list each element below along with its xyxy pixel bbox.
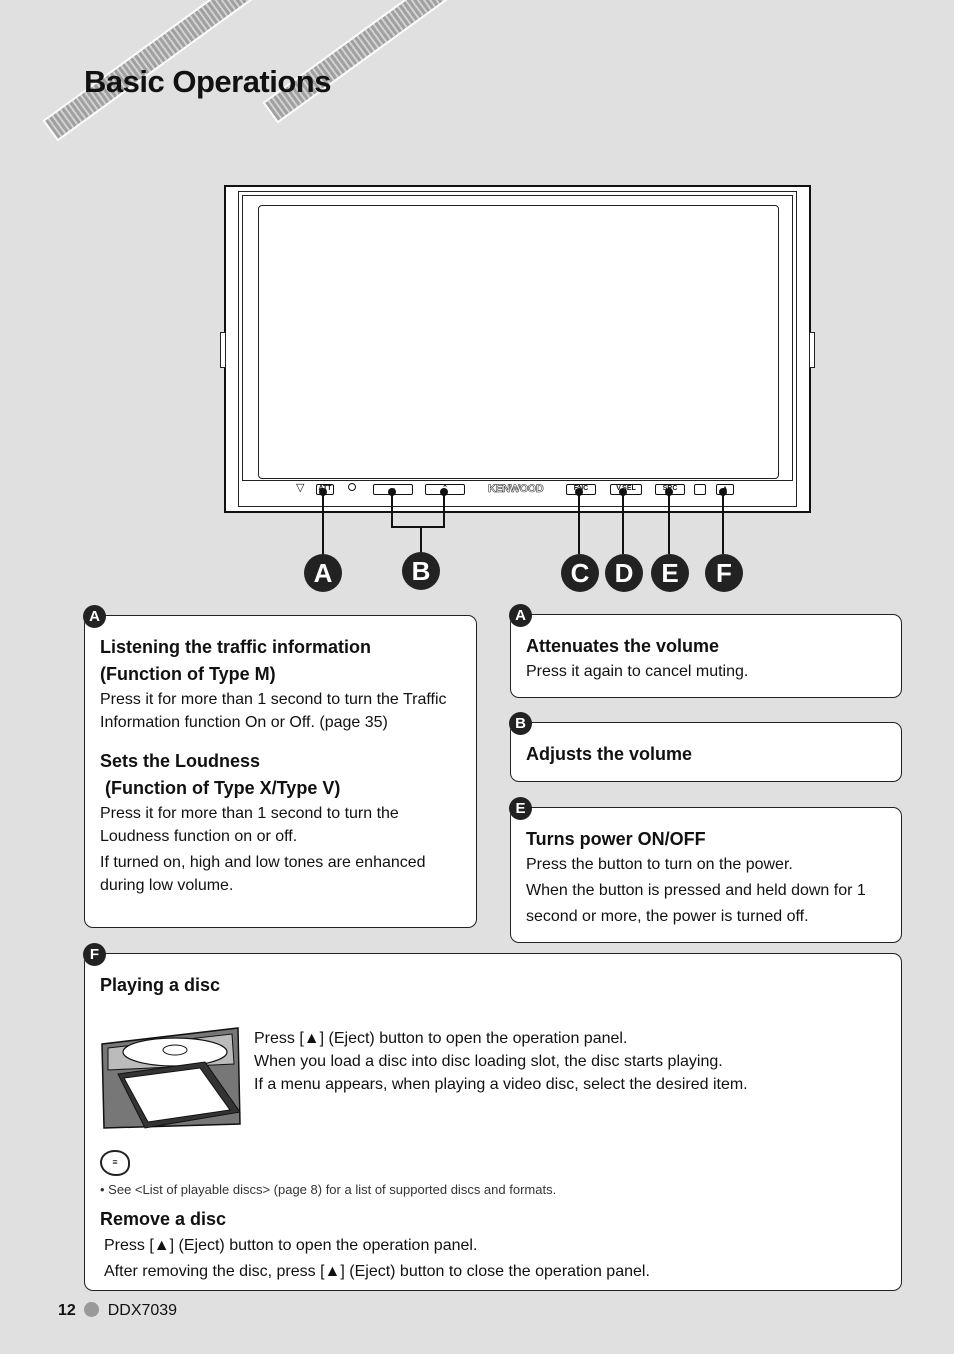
- text: Press it for more than 1 second to turn …: [100, 691, 447, 731]
- bullet-icon: [84, 1302, 100, 1317]
- callout-c: C: [561, 554, 599, 592]
- callout-a: A: [304, 554, 342, 592]
- callout-line: [622, 492, 624, 554]
- box-e: E Turns power ON/OFF Press the button to…: [509, 797, 902, 943]
- text: If turned on, high and low tones are enh…: [100, 854, 426, 894]
- heading: Attenuates the volume: [526, 636, 720, 656]
- badge-a: A: [83, 605, 106, 628]
- model-name: DDX7039: [107, 1302, 178, 1319]
- kenwood-logo: KENWOOD: [488, 483, 544, 496]
- text: When the button is pressed and held down…: [526, 882, 866, 925]
- heading: (Function of Type M): [100, 664, 276, 684]
- text: Press [▲] (Eject) button to open the ope…: [104, 1237, 478, 1254]
- text: Press it for more than 1 second to turn …: [100, 805, 399, 845]
- callout-line: [578, 492, 580, 554]
- text: If a menu appears, when playing a video …: [254, 1076, 748, 1093]
- device-ear: [809, 332, 815, 368]
- callout-f: F: [705, 554, 743, 592]
- note-icon: ≡: [100, 1150, 130, 1176]
- text: When you load a disc into disc loading s…: [254, 1053, 723, 1070]
- badge-a: A: [509, 604, 532, 627]
- callout-line: [668, 492, 670, 554]
- disc-loading-illustration: [101, 1027, 241, 1129]
- head-unit-illustration: ▽ ATT ⌄ ⌃ KENWOOD FNC V.SEL SRC ▲: [220, 185, 815, 513]
- badge-e: E: [509, 797, 532, 820]
- callout-line: [420, 527, 422, 555]
- note: • See <List of playable discs> (page 8) …: [100, 1182, 557, 1197]
- decorative-stripe: [262, 0, 480, 124]
- box-b: B Adjusts the volume: [509, 712, 902, 782]
- badge-f: F: [83, 943, 106, 966]
- callout-line: [391, 492, 393, 528]
- text: Press it again to cancel muting.: [526, 663, 749, 680]
- heading: Listening the traffic information: [100, 637, 372, 657]
- callout-e: E: [651, 554, 689, 592]
- page-number: 12: [58, 1302, 76, 1319]
- text: Press the button to turn on the power.: [526, 856, 793, 873]
- callout-d: D: [605, 554, 643, 592]
- heading: Remove a disc: [100, 1209, 227, 1229]
- triangle-icon: ▽: [296, 482, 305, 494]
- heading: Sets the Loudness: [100, 751, 261, 771]
- sensor-icon: [348, 483, 356, 491]
- remove-section: Remove a disc Press [▲] (Eject) button t…: [100, 1206, 650, 1285]
- note-text: See <List of playable discs> (page 8) fo…: [108, 1182, 557, 1197]
- callout-line: [443, 492, 445, 528]
- box-a-right: A Attenuates the volume Press it again t…: [509, 604, 902, 698]
- device-ear: [220, 332, 226, 368]
- footer: 12 DDX7039: [58, 1302, 177, 1320]
- text: Press [▲] (Eject) button to open the ope…: [254, 1030, 628, 1047]
- page-title: Basic Operations: [84, 64, 331, 99]
- box-f: F Playing a disc Press [▲] (Eject) butto…: [83, 943, 902, 1291]
- callout-b: B: [402, 552, 440, 590]
- box-a-left: A Listening the traffic information (Fun…: [83, 605, 477, 928]
- callout-line: [722, 492, 724, 554]
- callout-line: [322, 492, 324, 554]
- blank-button[interactable]: [694, 484, 706, 495]
- device-screen: [258, 205, 779, 479]
- heading: Turns power ON/OFF: [526, 829, 706, 849]
- badge-b: B: [509, 712, 532, 735]
- heading: Adjusts the volume: [526, 744, 693, 764]
- heading: Playing a disc: [100, 975, 221, 995]
- text: After removing the disc, press [▲] (Ejec…: [104, 1263, 650, 1280]
- callout-bracket: [391, 526, 445, 528]
- heading: (Function of Type X/Type V): [105, 778, 341, 798]
- playing-instructions: Press [▲] (Eject) button to open the ope…: [254, 1027, 748, 1096]
